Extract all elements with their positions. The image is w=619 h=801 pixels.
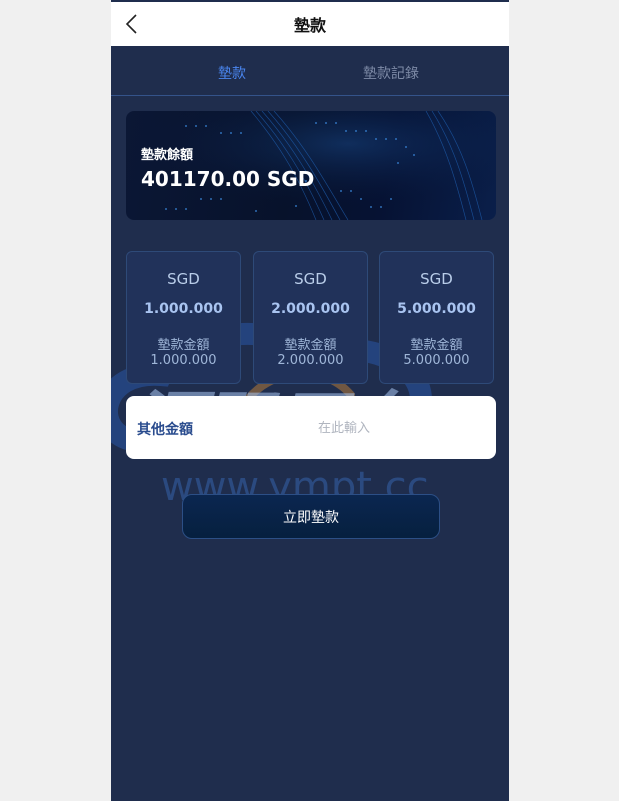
- submit-label: 立即墊款: [283, 509, 339, 526]
- tab-advance[interactable]: 墊款: [218, 63, 246, 83]
- card-background-graphic: [126, 111, 496, 220]
- submit-advance-button[interactable]: 立即墊款: [182, 494, 440, 539]
- amount-subvalue: 5.000.000: [403, 353, 470, 368]
- amount-label: 墊款金額: [410, 338, 463, 353]
- balance-label: 墊款餘額: [141, 148, 194, 163]
- page-title: 墊款: [293, 16, 326, 35]
- amount-label: 墊款金額: [157, 338, 210, 353]
- amount-currency: SGD: [420, 270, 453, 288]
- amount-currency: SGD: [294, 270, 327, 288]
- back-arrow-icon[interactable]: [123, 12, 143, 36]
- amount-value: 1.000.000: [144, 301, 223, 317]
- amount-option-3[interactable]: SGD 5.000.000 墊款金額 5.000.000: [379, 251, 494, 384]
- other-amount-label: 其他金額: [137, 422, 193, 438]
- phone-screen: 墊款 墊款 墊款記錄 墊款餘額 401170.00 SGD www.ympt.c…: [111, 0, 509, 801]
- amount-subvalue: 2.000.000: [277, 353, 344, 368]
- amount-value: 5.000.000: [397, 301, 476, 317]
- other-amount-input[interactable]: [316, 414, 490, 442]
- amount-option-1[interactable]: SGD 1.000.000 墊款金額 1.000.000: [126, 251, 241, 384]
- other-amount-row: 其他金額: [126, 396, 496, 459]
- amount-option-2[interactable]: SGD 2.000.000 墊款金額 2.000.000: [253, 251, 368, 384]
- tab-bar: 墊款 墊款記錄: [111, 46, 509, 96]
- tab-advance-records[interactable]: 墊款記錄: [363, 63, 419, 83]
- navbar: 墊款: [111, 2, 509, 46]
- amount-label: 墊款金額: [284, 338, 337, 353]
- balance-card: 墊款餘額 401170.00 SGD: [126, 111, 496, 220]
- amount-currency: SGD: [167, 270, 200, 288]
- balance-value: 401170.00 SGD: [141, 167, 315, 191]
- amount-subvalue: 1.000.000: [150, 353, 217, 368]
- amount-value: 2.000.000: [271, 301, 350, 317]
